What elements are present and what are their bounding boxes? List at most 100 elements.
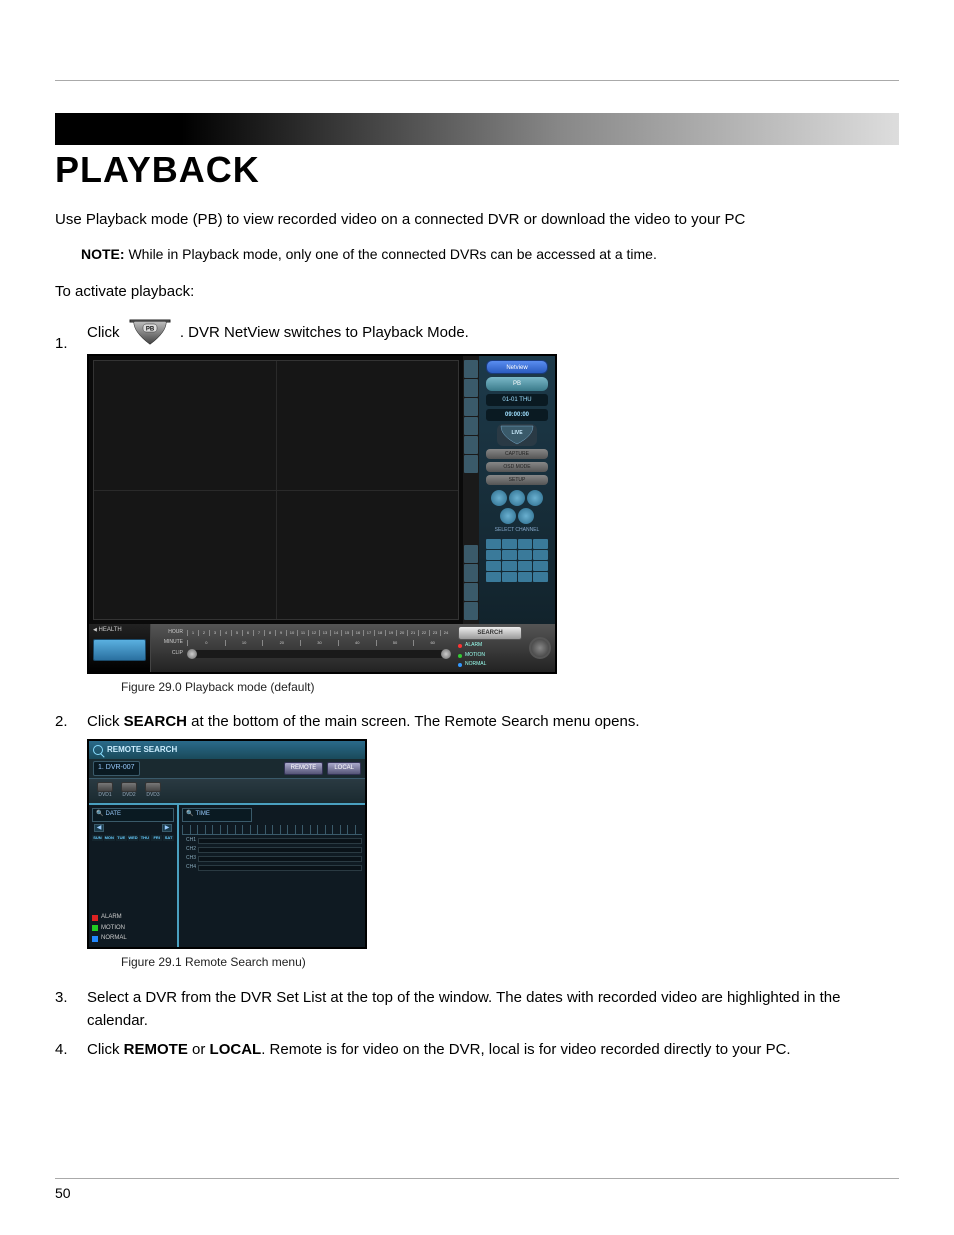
disk-icon [121,782,137,792]
channel-button[interactable] [533,539,548,549]
channel-rows: CH1 CH2 CH3 CH4 [182,837,362,872]
alarm-status-label: ALARM [465,642,482,650]
channel-timeline[interactable] [198,865,362,871]
osd-mode-button[interactable]: OSD MODE [486,462,548,472]
search-icon: 🔍 [96,810,103,819]
channel-label: CH3 [182,855,196,863]
layout-option-icon[interactable] [464,602,478,620]
step-2-bold: SEARCH [124,713,187,730]
date-display: 01-01 THU [486,394,548,406]
channel-button[interactable] [518,550,533,560]
prev-month-button[interactable]: ◀ [94,824,104,832]
step-4-b1: REMOTE [124,1041,188,1058]
setup-button[interactable]: SETUP [486,475,548,485]
clip-scrubber[interactable] [187,650,451,658]
search-button[interactable]: SEARCH [458,626,522,640]
step-4-pre: Click [87,1041,124,1058]
step-4-post: . Remote is for video on the DVR, local … [261,1041,790,1058]
channel-button[interactable] [486,539,501,549]
step-2-pre: Click [87,713,124,730]
channel-timeline[interactable] [198,856,362,862]
note-block: NOTE: While in Playback mode, only one o… [81,244,899,265]
window-title: REMOTE SEARCH [107,744,177,756]
jog-dial[interactable] [525,624,555,672]
step-2-post: at the bottom of the main screen. The Re… [187,713,639,730]
play-icon[interactable] [509,490,525,506]
activate-label: To activate playback: [55,283,899,300]
next-month-button[interactable]: ▶ [162,824,172,832]
step-4-mid: or [188,1041,210,1058]
top-rule [55,80,899,81]
forward-icon[interactable] [527,490,543,506]
svg-text:PB: PB [146,326,155,332]
channel-timeline[interactable] [198,838,362,844]
channel-button[interactable] [518,561,533,571]
clip-end-knob[interactable] [441,649,451,659]
step-2: Click SEARCH at the bottom of the main s… [55,710,899,972]
channel-label: CH1 [182,837,196,845]
layout-option-icon[interactable] [464,360,478,378]
channel-button[interactable] [518,539,533,549]
dvr-set-dropdown[interactable]: 1. DVR-007 [93,761,140,776]
hour-ticks[interactable]: 123456789101112131415161718192021222324 [187,630,451,636]
search-icon: 🔍 [186,810,193,819]
channel-button[interactable] [533,572,548,582]
layout-option-icon[interactable] [464,564,478,582]
rewind-icon[interactable] [491,490,507,506]
channel-button[interactable] [486,561,501,571]
legend-alarm: ALARM [101,913,122,922]
health-panel: ◀ HEALTH [89,624,151,672]
timeline-area: HOUR 12345678910111213141516171819202122… [151,624,455,672]
layout-option-icon[interactable] [464,436,478,454]
layout-option-icon[interactable] [464,417,478,435]
channel-button[interactable] [502,550,517,560]
page-number: 50 [55,1185,71,1201]
disk-icon [97,782,113,792]
health-thumbnail[interactable] [93,639,146,661]
clip-start-knob[interactable] [187,649,197,659]
remote-button[interactable]: REMOTE [284,762,324,775]
local-button[interactable]: LOCAL [327,762,361,775]
drive-item[interactable]: DVD1 [97,782,113,800]
step-1-post: . DVR NetView switches to Playback Mode. [180,323,469,340]
channel-button[interactable] [486,572,501,582]
minute-ticks[interactable]: 0102030405060 [187,640,451,646]
pb-shield-icon: PB [128,318,172,348]
time-column: 🔍TIME CH1 CH2 CH3 CH4 [179,805,365,947]
calendar-column: 🔍DATE ◀ ▶ SUNMONTUEWEDTHUFRISAT [89,805,179,947]
channel-button[interactable] [533,550,548,560]
layout-option-icon[interactable] [464,455,478,473]
pb-mode-button[interactable]: PB [486,377,548,391]
calendar[interactable]: SUNMONTUEWEDTHUFRISAT [92,835,174,876]
pause-icon[interactable] [518,508,534,524]
layout-strip [463,356,479,624]
layout-option-icon[interactable] [464,583,478,601]
drive-item[interactable]: DVD2 [121,782,137,800]
channel-button[interactable] [502,561,517,571]
bottom-timeline-bar: ◀ HEALTH HOUR 12345678910111213141516171… [89,624,555,672]
capture-button[interactable]: CAPTURE [486,449,548,459]
channel-timeline[interactable] [198,847,362,853]
step-1-pre: Click [87,323,124,340]
right-control-panel: Netview PB 01-01 THU 09:00:00 LIVE CAPTU… [479,356,555,624]
channel-button[interactable] [518,572,533,582]
stop-icon[interactable] [500,508,516,524]
legend-motion: MOTION [101,924,125,933]
figure-2-caption: Figure 29.1 Remote Search menu) [121,953,899,972]
layout-option-icon[interactable] [464,379,478,397]
channel-button[interactable] [486,550,501,560]
search-icon [93,745,103,755]
live-shield-button[interactable]: LIVE [497,424,537,446]
note-text: While in Playback mode, only one of the … [125,246,657,262]
layout-option-icon[interactable] [464,398,478,416]
channel-button[interactable] [502,539,517,549]
note-label: NOTE: [81,246,125,262]
video-grid-4up [93,360,459,620]
channel-button[interactable] [533,561,548,571]
drive-item[interactable]: DVD3 [145,782,161,800]
brand-button[interactable]: Netview [486,360,548,374]
layout-option-icon[interactable] [464,545,478,563]
time-ruler[interactable] [182,825,362,835]
step-4: Click REMOTE or LOCAL. Remote is for vid… [55,1038,899,1061]
channel-button[interactable] [502,572,517,582]
